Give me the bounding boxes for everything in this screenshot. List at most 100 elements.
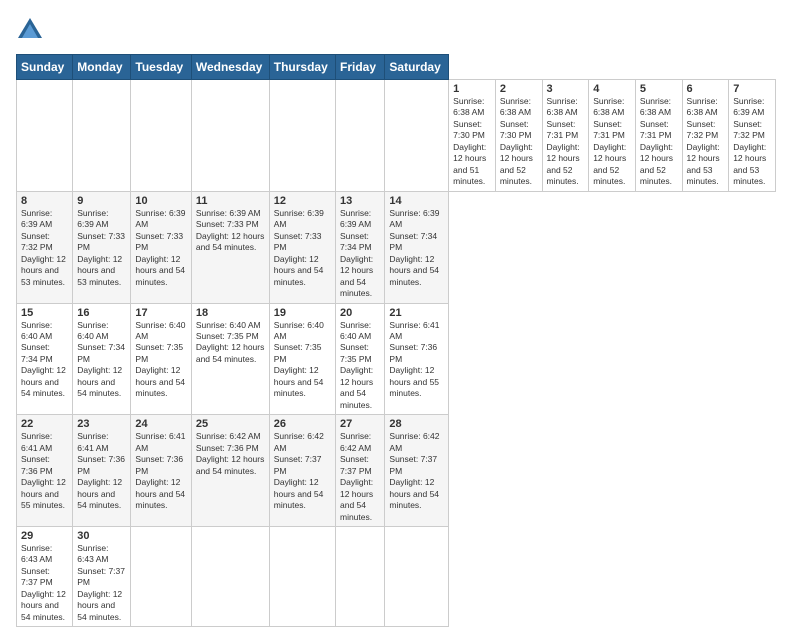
day-number: 26 — [274, 418, 331, 430]
cell-details: Sunrise: 6:43 AMSunset: 7:37 PMDaylight:… — [77, 543, 126, 623]
cell-details: Sunrise: 6:39 AMSunset: 7:32 PMDaylight:… — [21, 208, 68, 288]
calendar-cell — [131, 80, 191, 192]
cell-details: Sunrise: 6:42 AMSunset: 7:37 PMDaylight:… — [389, 431, 444, 511]
calendar-cell: 11Sunrise: 6:39 AMSunset: 7:33 PMDayligh… — [191, 191, 269, 303]
calendar-cell: 2Sunrise: 6:38 AMSunset: 7:30 PMDaylight… — [495, 80, 542, 192]
calendar-cell: 27Sunrise: 6:42 AMSunset: 7:37 PMDayligh… — [335, 415, 384, 527]
cell-details: Sunrise: 6:39 AMSunset: 7:33 PMDaylight:… — [274, 208, 331, 288]
calendar-cell: 20Sunrise: 6:40 AMSunset: 7:35 PMDayligh… — [335, 303, 384, 415]
calendar-cell: 23Sunrise: 6:41 AMSunset: 7:36 PMDayligh… — [73, 415, 131, 527]
day-number: 7 — [733, 83, 771, 95]
calendar-week-2: 8Sunrise: 6:39 AMSunset: 7:32 PMDaylight… — [17, 191, 776, 303]
calendar-cell — [269, 80, 335, 192]
day-number: 3 — [547, 83, 585, 95]
day-number: 14 — [389, 195, 444, 207]
calendar-cell: 3Sunrise: 6:38 AMSunset: 7:31 PMDaylight… — [542, 80, 589, 192]
weekday-header-monday: Monday — [73, 55, 131, 80]
day-number: 5 — [640, 83, 678, 95]
day-number: 10 — [135, 195, 186, 207]
cell-details: Sunrise: 6:41 AMSunset: 7:36 PMDaylight:… — [389, 320, 444, 400]
page: SundayMondayTuesdayWednesdayThursdayFrid… — [0, 0, 792, 612]
cell-details: Sunrise: 6:39 AMSunset: 7:33 PMDaylight:… — [196, 208, 265, 254]
calendar-cell — [17, 80, 73, 192]
calendar-cell: 24Sunrise: 6:41 AMSunset: 7:36 PMDayligh… — [131, 415, 191, 527]
day-number: 16 — [77, 307, 126, 319]
day-number: 1 — [453, 83, 491, 95]
day-number: 11 — [196, 195, 265, 207]
day-number: 29 — [21, 530, 68, 542]
day-number: 15 — [21, 307, 68, 319]
weekday-header-sunday: Sunday — [17, 55, 73, 80]
weekday-header-saturday: Saturday — [385, 55, 449, 80]
cell-details: Sunrise: 6:38 AMSunset: 7:32 PMDaylight:… — [687, 96, 725, 188]
cell-details: Sunrise: 6:41 AMSunset: 7:36 PMDaylight:… — [77, 431, 126, 511]
calendar-cell: 1Sunrise: 6:38 AMSunset: 7:30 PMDaylight… — [449, 80, 496, 192]
calendar-week-4: 22Sunrise: 6:41 AMSunset: 7:36 PMDayligh… — [17, 415, 776, 527]
cell-details: Sunrise: 6:40 AMSunset: 7:35 PMDaylight:… — [340, 320, 380, 412]
cell-details: Sunrise: 6:38 AMSunset: 7:31 PMDaylight:… — [640, 96, 678, 188]
day-number: 20 — [340, 307, 380, 319]
cell-details: Sunrise: 6:40 AMSunset: 7:35 PMDaylight:… — [274, 320, 331, 400]
calendar-cell — [385, 80, 449, 192]
calendar-cell: 4Sunrise: 6:38 AMSunset: 7:31 PMDaylight… — [589, 80, 636, 192]
weekday-header-row: SundayMondayTuesdayWednesdayThursdayFrid… — [17, 55, 776, 80]
day-number: 28 — [389, 418, 444, 430]
calendar-cell: 16Sunrise: 6:40 AMSunset: 7:34 PMDayligh… — [73, 303, 131, 415]
cell-details: Sunrise: 6:41 AMSunset: 7:36 PMDaylight:… — [135, 431, 186, 511]
cell-details: Sunrise: 6:38 AMSunset: 7:30 PMDaylight:… — [500, 96, 538, 188]
calendar-cell: 25Sunrise: 6:42 AMSunset: 7:36 PMDayligh… — [191, 415, 269, 527]
weekday-header-friday: Friday — [335, 55, 384, 80]
calendar-cell: 15Sunrise: 6:40 AMSunset: 7:34 PMDayligh… — [17, 303, 73, 415]
cell-details: Sunrise: 6:41 AMSunset: 7:36 PMDaylight:… — [21, 431, 68, 511]
logo — [16, 16, 48, 44]
calendar-cell: 21Sunrise: 6:41 AMSunset: 7:36 PMDayligh… — [385, 303, 449, 415]
cell-details: Sunrise: 6:42 AMSunset: 7:37 PMDaylight:… — [274, 431, 331, 511]
calendar-cell: 5Sunrise: 6:38 AMSunset: 7:31 PMDaylight… — [635, 80, 682, 192]
calendar-cell: 13Sunrise: 6:39 AMSunset: 7:34 PMDayligh… — [335, 191, 384, 303]
calendar-cell: 8Sunrise: 6:39 AMSunset: 7:32 PMDaylight… — [17, 191, 73, 303]
calendar: SundayMondayTuesdayWednesdayThursdayFrid… — [16, 54, 776, 627]
day-number: 6 — [687, 83, 725, 95]
calendar-cell: 26Sunrise: 6:42 AMSunset: 7:37 PMDayligh… — [269, 415, 335, 527]
day-number: 19 — [274, 307, 331, 319]
day-number: 17 — [135, 307, 186, 319]
logo-icon — [16, 16, 44, 44]
day-number: 12 — [274, 195, 331, 207]
cell-details: Sunrise: 6:39 AMSunset: 7:34 PMDaylight:… — [389, 208, 444, 288]
day-number: 18 — [196, 307, 265, 319]
calendar-cell: 18Sunrise: 6:40 AMSunset: 7:35 PMDayligh… — [191, 303, 269, 415]
cell-details: Sunrise: 6:42 AMSunset: 7:36 PMDaylight:… — [196, 431, 265, 477]
calendar-week-3: 15Sunrise: 6:40 AMSunset: 7:34 PMDayligh… — [17, 303, 776, 415]
calendar-cell: 28Sunrise: 6:42 AMSunset: 7:37 PMDayligh… — [385, 415, 449, 527]
calendar-cell — [73, 80, 131, 192]
day-number: 2 — [500, 83, 538, 95]
cell-details: Sunrise: 6:38 AMSunset: 7:30 PMDaylight:… — [453, 96, 491, 188]
day-number: 30 — [77, 530, 126, 542]
cell-details: Sunrise: 6:38 AMSunset: 7:31 PMDaylight:… — [547, 96, 585, 188]
cell-details: Sunrise: 6:42 AMSunset: 7:37 PMDaylight:… — [340, 431, 380, 523]
day-number: 25 — [196, 418, 265, 430]
day-number: 4 — [593, 83, 631, 95]
cell-details: Sunrise: 6:38 AMSunset: 7:31 PMDaylight:… — [593, 96, 631, 188]
cell-details: Sunrise: 6:39 AMSunset: 7:33 PMDaylight:… — [135, 208, 186, 288]
cell-details: Sunrise: 6:39 AMSunset: 7:32 PMDaylight:… — [733, 96, 771, 188]
cell-details: Sunrise: 6:40 AMSunset: 7:35 PMDaylight:… — [135, 320, 186, 400]
day-number: 21 — [389, 307, 444, 319]
day-number: 8 — [21, 195, 68, 207]
calendar-week-1: 1Sunrise: 6:38 AMSunset: 7:30 PMDaylight… — [17, 80, 776, 192]
cell-details: Sunrise: 6:40 AMSunset: 7:34 PMDaylight:… — [21, 320, 68, 400]
day-number: 24 — [135, 418, 186, 430]
calendar-cell: 19Sunrise: 6:40 AMSunset: 7:35 PMDayligh… — [269, 303, 335, 415]
calendar-cell: 22Sunrise: 6:41 AMSunset: 7:36 PMDayligh… — [17, 415, 73, 527]
cell-details: Sunrise: 6:43 AMSunset: 7:37 PMDaylight:… — [21, 543, 68, 623]
cell-details: Sunrise: 6:39 AMSunset: 7:33 PMDaylight:… — [77, 208, 126, 288]
cell-details: Sunrise: 6:40 AMSunset: 7:35 PMDaylight:… — [196, 320, 265, 366]
day-number: 13 — [340, 195, 380, 207]
day-number: 9 — [77, 195, 126, 207]
weekday-header-thursday: Thursday — [269, 55, 335, 80]
day-number: 27 — [340, 418, 380, 430]
calendar-cell: 14Sunrise: 6:39 AMSunset: 7:34 PMDayligh… — [385, 191, 449, 303]
calendar-cell: 6Sunrise: 6:38 AMSunset: 7:32 PMDaylight… — [682, 80, 729, 192]
cell-details: Sunrise: 6:40 AMSunset: 7:34 PMDaylight:… — [77, 320, 126, 400]
calendar-cell — [335, 80, 384, 192]
